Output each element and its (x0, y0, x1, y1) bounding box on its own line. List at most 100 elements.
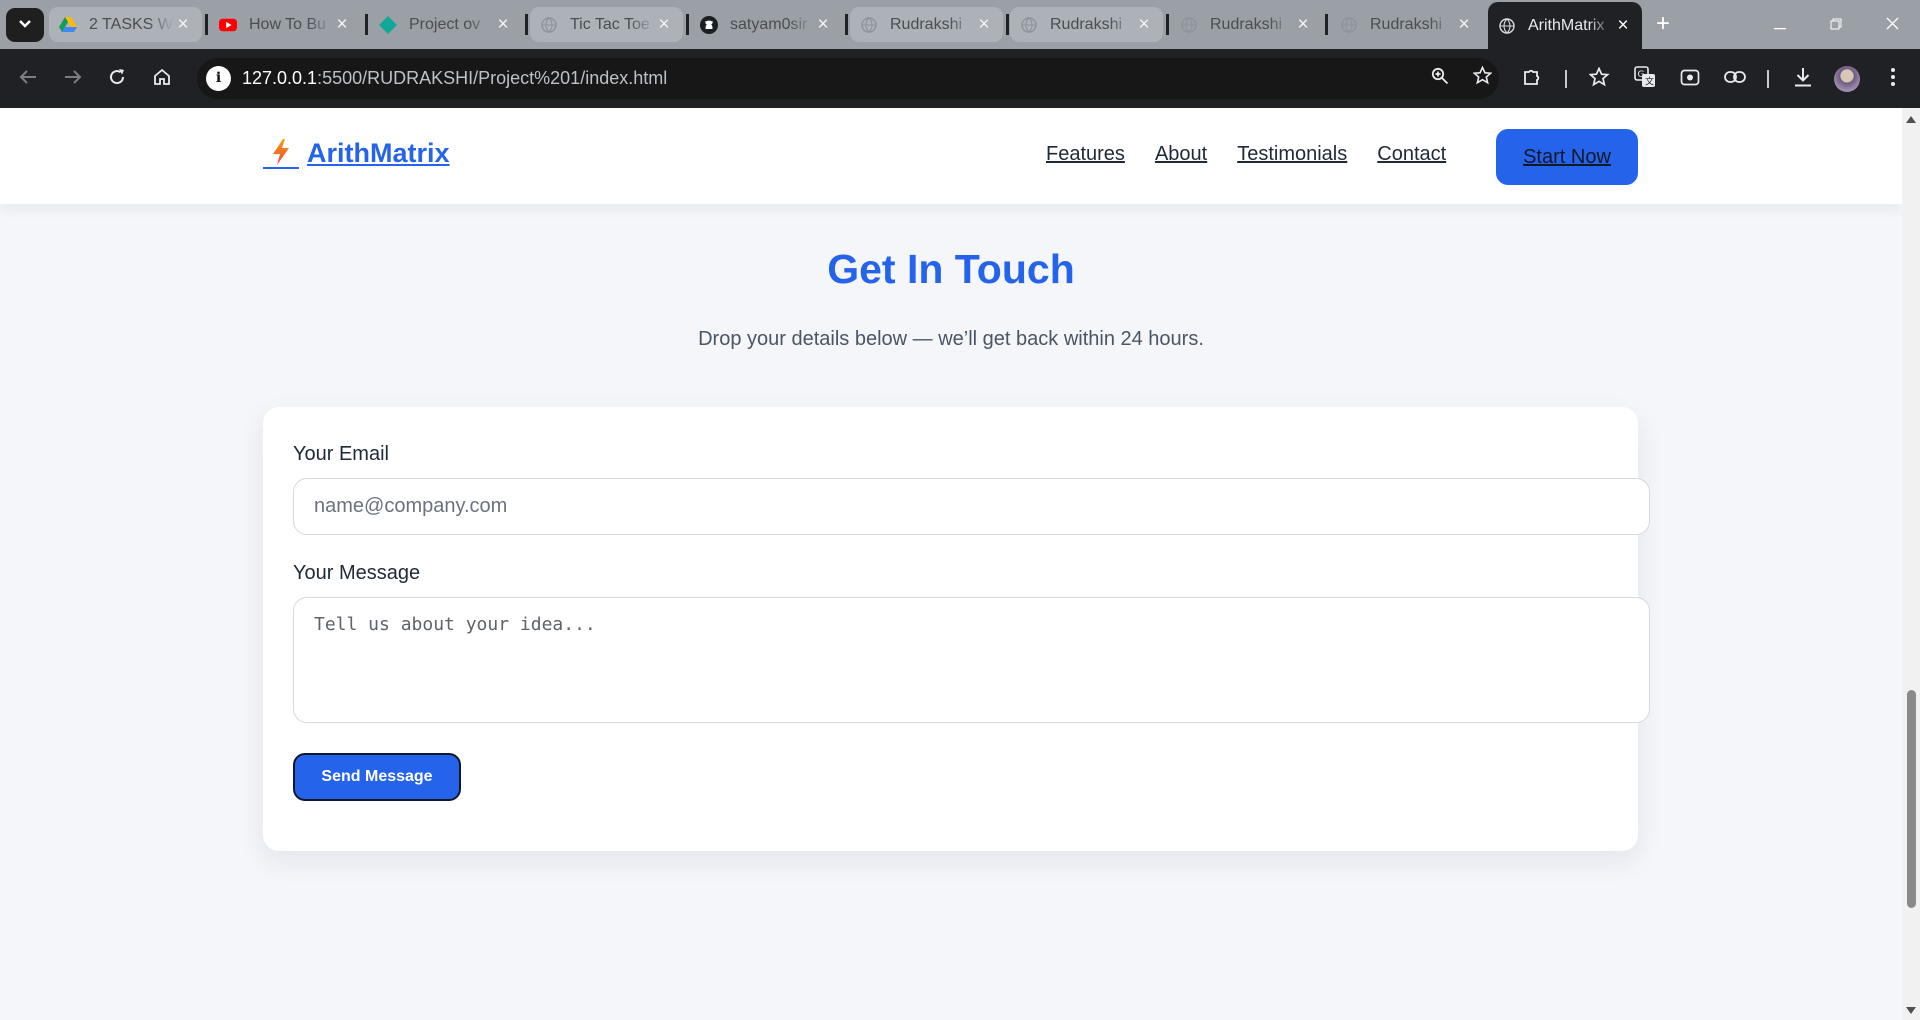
zoom-button[interactable] (1426, 64, 1454, 92)
translate-button[interactable]: G文 (1631, 65, 1659, 93)
translate-icon: G文 (1634, 65, 1656, 93)
tab-title: How To Bu (249, 15, 327, 33)
nav-link-features[interactable]: Features (1046, 143, 1125, 166)
tab-title: Rudrakshi (890, 15, 963, 33)
browser-tab[interactable]: Tic Tac Toe × (530, 7, 683, 42)
tab-title: ArithMatrix (1528, 16, 1605, 34)
downloads-button[interactable] (1789, 65, 1817, 93)
new-tab-button[interactable]: + (1648, 10, 1678, 40)
browser-tab[interactable]: satyam0sir × (690, 7, 842, 42)
arrow-right-icon (64, 69, 82, 90)
scroll-down-arrow-icon[interactable] (1906, 1007, 1916, 1014)
browser-tab[interactable]: Rudrakshi × (850, 7, 1003, 42)
tab-divider (845, 14, 848, 35)
close-tab-icon[interactable]: × (1455, 14, 1473, 36)
reload-button[interactable] (103, 65, 131, 93)
toolbar-divider (1767, 70, 1769, 88)
browser-menu-button[interactable] (1879, 65, 1907, 93)
page-scrollbar[interactable] (1902, 108, 1920, 1020)
browser-tab[interactable]: 2 TASKS W × (49, 7, 202, 42)
message-label: Your Message (293, 562, 421, 584)
browser-tab[interactable]: Rudrakshi × (1010, 7, 1163, 42)
profile-avatar[interactable] (1834, 66, 1860, 92)
tab-search-button[interactable] (6, 8, 44, 42)
plus-icon: + (1655, 10, 1670, 37)
github-icon (700, 15, 718, 34)
nav-link-testimonials[interactable]: Testimonials (1237, 143, 1347, 166)
minimize-button[interactable] (1752, 0, 1808, 49)
window-controls (1752, 0, 1920, 49)
email-field[interactable] (293, 478, 1650, 535)
close-tab-icon[interactable]: × (174, 14, 192, 36)
svg-text:文: 文 (1645, 75, 1654, 87)
browser-tab-active[interactable]: ArithMatrix × (1488, 2, 1642, 49)
site-info-icon[interactable]: i (206, 66, 231, 91)
email-label: Your Email (293, 443, 389, 465)
toolbar-divider (1565, 70, 1567, 88)
more-vertical-icon (1890, 67, 1896, 92)
nav-link-contact[interactable]: Contact (1377, 143, 1446, 166)
reload-icon (108, 68, 126, 91)
site-navbar: ArithMatrix Features About Testimonials … (0, 108, 1902, 204)
tab-title: Rudrakshi (1370, 15, 1443, 33)
tab-divider (1325, 14, 1328, 35)
globe-icon (1180, 16, 1198, 34)
share-link-button[interactable] (1721, 65, 1749, 93)
star-list-icon (1588, 65, 1611, 92)
minimize-icon (1774, 15, 1786, 35)
tab-divider (686, 14, 689, 35)
close-tab-icon[interactable]: × (814, 14, 832, 36)
scroll-up-arrow-icon[interactable] (1906, 116, 1916, 123)
arrow-left-icon (19, 69, 37, 90)
close-tab-icon[interactable]: × (655, 14, 673, 36)
back-button[interactable] (14, 65, 42, 93)
globe-icon (1020, 16, 1038, 34)
star-icon (1471, 65, 1493, 90)
restore-button[interactable] (1808, 0, 1864, 49)
brand-name: ArithMatrix (307, 138, 450, 168)
tab-title: Rudrakshi (1050, 15, 1123, 33)
home-button[interactable] (148, 65, 176, 93)
restore-icon (1830, 15, 1842, 35)
browser-tab[interactable]: How To Bu × (209, 7, 361, 42)
browser-tab[interactable]: Rudrakshi × (1170, 7, 1322, 42)
section-subtitle: Drop your details below — we’ll get back… (698, 328, 1204, 350)
tab-title: 2 TASKS W (89, 15, 173, 33)
close-tab-icon[interactable]: × (1294, 14, 1312, 36)
url-text[interactable]: 127.0.0.1:5500/RUDRAKSHI/Project%201/ind… (242, 68, 667, 89)
browser-tab[interactable]: Rudrakshi × (1330, 7, 1483, 42)
download-icon (1794, 67, 1812, 92)
camera-icon (1680, 67, 1700, 92)
forward-button[interactable] (59, 65, 87, 93)
close-tab-icon[interactable]: × (1135, 14, 1153, 36)
puzzle-icon (1522, 67, 1542, 92)
bookmarks-button[interactable] (1586, 65, 1614, 93)
youtube-icon (219, 16, 237, 34)
close-tab-icon[interactable]: × (1614, 15, 1632, 37)
browser-tab[interactable]: Project ov × (369, 7, 522, 42)
browser-tab-strip: 2 TASKS W × How To Bu × Project ov × Tic… (0, 0, 1920, 49)
tab-divider (525, 14, 528, 35)
close-icon (1886, 15, 1899, 35)
nav-link-about[interactable]: About (1155, 143, 1207, 166)
start-now-button[interactable]: Start Now (1496, 129, 1638, 185)
bookmark-button[interactable] (1468, 64, 1496, 92)
address-bar[interactable]: i 127.0.0.1:5500/RUDRAKSHI/Project%201/i… (197, 58, 1499, 99)
diamond-icon (379, 15, 397, 34)
brand-logo-link[interactable]: ArithMatrix (263, 138, 450, 169)
close-tab-icon[interactable]: × (333, 14, 351, 36)
zoom-icon (1431, 67, 1449, 90)
close-window-button[interactable] (1864, 0, 1920, 49)
home-icon (153, 68, 171, 91)
chevron-down-icon (18, 16, 32, 34)
screenshot-button[interactable] (1676, 65, 1704, 93)
tab-divider (1166, 14, 1169, 35)
extensions-button[interactable] (1518, 65, 1546, 93)
close-tab-icon[interactable]: × (975, 14, 993, 36)
tab-divider (1006, 14, 1009, 35)
send-message-button[interactable]: Send Message (293, 753, 461, 801)
message-textarea[interactable] (293, 597, 1650, 723)
lightning-bolt-icon (263, 138, 299, 169)
scroll-thumb[interactable] (1907, 690, 1916, 908)
close-tab-icon[interactable]: × (494, 14, 512, 36)
